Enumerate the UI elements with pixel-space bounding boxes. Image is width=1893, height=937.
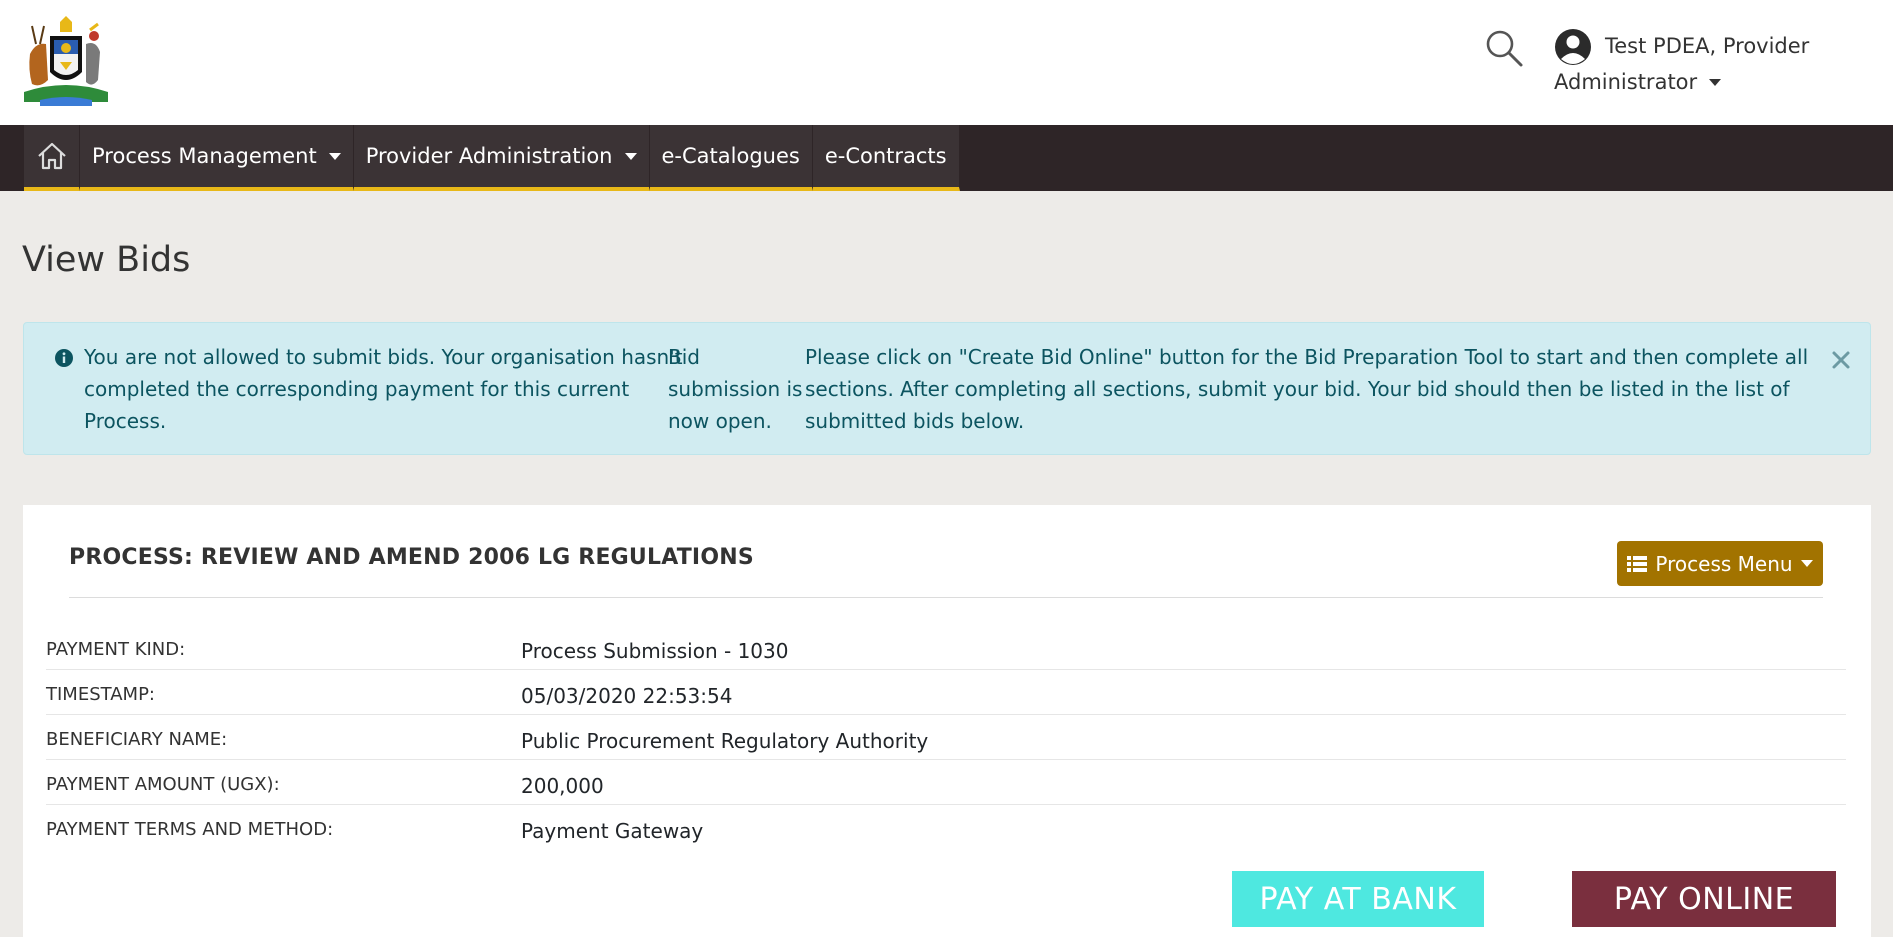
nav-process-management[interactable]: Process Management <box>80 125 354 191</box>
nav-group: Process Management Provider Administrati… <box>24 125 960 191</box>
nav-e-contracts[interactable]: e-Contracts <box>812 125 960 191</box>
user-role: Administrator <box>1554 70 1698 94</box>
close-icon[interactable] <box>1826 345 1856 375</box>
nav-e-catalogues[interactable]: e-Catalogues <box>649 125 813 191</box>
detail-label: PAYMENT AMOUNT (UGX): <box>46 774 280 795</box>
pay-online-button[interactable]: PAY ONLINE <box>1572 871 1836 927</box>
page-title: View Bids <box>22 240 191 280</box>
detail-row-payment-amount: PAYMENT AMOUNT (UGX): 200,000 <box>46 760 1846 805</box>
info-alert: You are not allowed to submit bids. Your… <box>23 322 1871 455</box>
detail-value: 05/03/2020 22:53:54 <box>521 684 733 708</box>
main-navbar: Process Management Provider Administrati… <box>0 125 1893 191</box>
nav-home[interactable] <box>24 125 80 191</box>
alert-instructions: Please click on "Create Bid Online" butt… <box>805 345 1809 433</box>
alert-bid-status: Bid submission is now open. <box>668 345 803 433</box>
detail-value: Payment Gateway <box>521 819 704 843</box>
detail-value: Process Submission - 1030 <box>521 639 789 663</box>
detail-row-timestamp: TIMESTAMP: 05/03/2020 22:53:54 <box>46 670 1846 715</box>
detail-row-beneficiary: BENEFICIARY NAME: Public Procurement Reg… <box>46 715 1846 760</box>
site-header: Test PDEA, Provider Administrator <box>0 0 1893 125</box>
alert-payment-message: You are not allowed to submit bids. Your… <box>84 345 683 433</box>
card-divider <box>69 597 1823 598</box>
detail-value: 200,000 <box>521 774 604 798</box>
pay-at-bank-button[interactable]: PAY AT BANK <box>1232 871 1484 927</box>
process-card: PROCESS: REVIEW AND AMEND 2006 LG REGULA… <box>23 505 1871 937</box>
nav-provider-administration[interactable]: Provider Administration <box>353 125 650 191</box>
detail-label: TIMESTAMP: <box>46 684 155 705</box>
search-icon[interactable] <box>1484 28 1524 68</box>
detail-value: Public Procurement Regulatory Authority <box>521 729 929 753</box>
detail-label: BENEFICIARY NAME: <box>46 729 228 750</box>
list-icon <box>1627 555 1648 572</box>
user-name: Test PDEA, Provider <box>1605 34 1810 58</box>
detail-label: PAYMENT TERMS AND METHOD: <box>46 819 334 840</box>
nav-label: e-Contracts <box>824 144 947 168</box>
info-icon <box>55 349 73 367</box>
coat-of-arms-logo[interactable] <box>20 14 112 110</box>
user-role-line: Administrator <box>1554 64 1854 100</box>
user-menu[interactable]: Test PDEA, Provider Administrator <box>1554 28 1854 100</box>
detail-row-payment-terms: PAYMENT TERMS AND METHOD: Payment Gatewa… <box>46 805 1846 850</box>
nav-label: Provider Administration <box>365 144 613 168</box>
nav-label: e-Catalogues <box>661 144 800 168</box>
nav-label: Process Management <box>92 144 317 168</box>
payment-details: PAYMENT KIND: Process Submission - 1030 … <box>46 625 1846 850</box>
process-menu-label: Process Menu <box>1655 551 1793 576</box>
detail-label: PAYMENT KIND: <box>46 639 186 660</box>
user-menu-caret-icon <box>1709 78 1722 86</box>
process-title: PROCESS: REVIEW AND AMEND 2006 LG REGULA… <box>69 545 754 570</box>
process-menu-button[interactable]: Process Menu <box>1617 541 1823 586</box>
user-avatar-icon <box>1555 29 1591 65</box>
detail-row-payment-kind: PAYMENT KIND: Process Submission - 1030 <box>46 625 1846 670</box>
chevron-down-icon <box>1800 560 1813 567</box>
chevron-down-icon <box>328 152 341 160</box>
chevron-down-icon <box>624 152 637 160</box>
home-icon <box>37 142 66 170</box>
